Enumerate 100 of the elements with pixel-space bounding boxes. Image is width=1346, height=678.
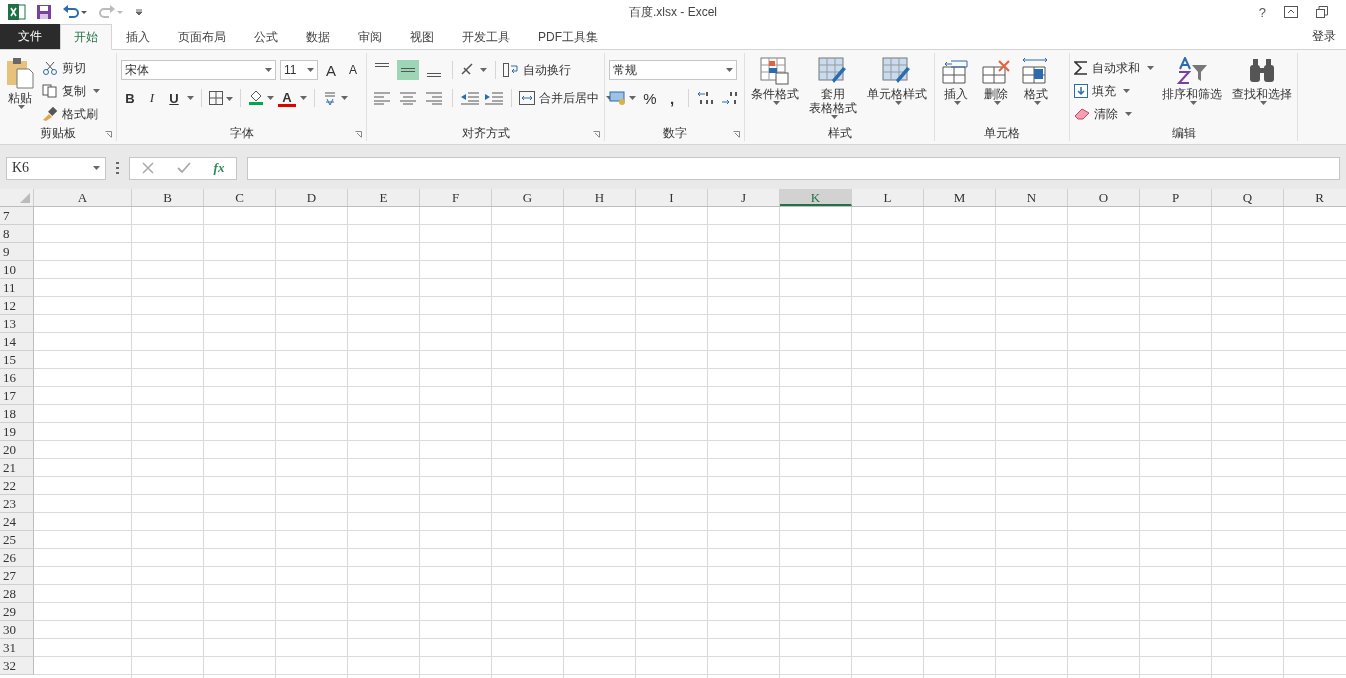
row-header[interactable]: 10 (0, 261, 34, 279)
dialog-launcher-icon[interactable] (355, 131, 362, 138)
column-header[interactable]: N (996, 189, 1068, 206)
row-header[interactable]: 16 (0, 369, 34, 387)
column-header[interactable]: Q (1212, 189, 1284, 206)
row-header[interactable]: 32 (0, 657, 34, 675)
ribbon-tab[interactable]: PDF工具集 (524, 24, 612, 50)
font-color-button[interactable]: A (278, 89, 296, 107)
row-header[interactable]: 26 (0, 549, 34, 567)
column-header[interactable]: G (492, 189, 564, 206)
ribbon-tab[interactable]: 页面布局 (164, 24, 240, 50)
bold-button[interactable]: B (121, 88, 139, 108)
ribbon-tab[interactable]: 开始 (60, 24, 112, 50)
wrap-text-button[interactable]: 自动换行 (503, 60, 571, 80)
vertical-align-button[interactable] (397, 60, 419, 80)
font-size-field[interactable]: 11 (280, 60, 318, 80)
row-header[interactable]: 21 (0, 459, 34, 477)
conditional-formatting-button[interactable]: 条件格式 (749, 55, 801, 109)
column-header[interactable]: H (564, 189, 636, 206)
help-button[interactable]: ? (1258, 4, 1266, 20)
row-header[interactable]: 14 (0, 333, 34, 351)
ribbon-tab[interactable]: 公式 (240, 24, 292, 50)
column-header[interactable]: P (1140, 189, 1212, 206)
row-header[interactable]: 9 (0, 243, 34, 261)
row-header[interactable]: 20 (0, 441, 34, 459)
column-header[interactable]: K (780, 189, 852, 206)
customize-toolbar-icon[interactable] (134, 7, 144, 17)
row-header[interactable]: 17 (0, 387, 34, 405)
copy-button[interactable]: 复制 (42, 81, 100, 101)
ribbon-tab[interactable]: 开发工具 (448, 24, 524, 50)
row-header[interactable]: 8 (0, 225, 34, 243)
column-header[interactable]: R (1284, 189, 1346, 206)
ribbon-tab[interactable]: 审阅 (344, 24, 396, 50)
restore-icon[interactable] (1316, 6, 1328, 18)
insert-cells-button[interactable]: 插入 (939, 55, 973, 109)
dialog-launcher-icon[interactable] (593, 131, 600, 138)
column-header[interactable]: O (1068, 189, 1140, 206)
row-header[interactable]: 29 (0, 603, 34, 621)
row-header[interactable]: 7 (0, 207, 34, 225)
dialog-launcher-icon[interactable] (733, 131, 740, 138)
column-header[interactable]: E (348, 189, 420, 206)
row-header[interactable]: 15 (0, 351, 34, 369)
paste-button[interactable]: 粘贴 (4, 55, 36, 113)
find-select-button[interactable]: 查找和选择 (1230, 55, 1294, 109)
decrease-indent-icon[interactable] (460, 91, 480, 105)
font-name-field[interactable]: 宋体 (121, 60, 276, 80)
row-header[interactable]: 12 (0, 297, 34, 315)
column-header[interactable]: D (276, 189, 348, 206)
sign-in-link[interactable]: 登录 (1302, 24, 1346, 49)
increase-font-size-button[interactable]: A (322, 60, 340, 80)
row-header[interactable]: 24 (0, 513, 34, 531)
percent-button[interactable]: % (641, 88, 659, 108)
dropdown-arrow-icon[interactable] (300, 96, 307, 100)
column-header[interactable]: F (420, 189, 492, 206)
sort-filter-button[interactable]: 排序和筛选 (1160, 55, 1224, 109)
row-header[interactable]: 27 (0, 567, 34, 585)
autosum-button[interactable]: 自动求和 (1074, 58, 1154, 78)
cut-button[interactable]: 剪切 (42, 58, 100, 78)
dialog-launcher-icon[interactable] (105, 131, 112, 138)
fill-button[interactable]: 填充 (1074, 81, 1154, 101)
italic-button[interactable]: I (143, 88, 161, 108)
clear-button[interactable]: 清除 (1074, 104, 1154, 124)
column-header[interactable]: A (34, 189, 132, 206)
comma-style-button[interactable]: , (663, 88, 681, 108)
ribbon-tab[interactable]: 数据 (292, 24, 344, 50)
row-header[interactable]: 31 (0, 639, 34, 657)
increase-decimal-icon[interactable] (696, 90, 716, 106)
delete-cells-button[interactable]: 删除 (979, 55, 1013, 109)
underline-button[interactable]: U (165, 88, 183, 108)
row-header[interactable]: 28 (0, 585, 34, 603)
format-cells-button[interactable]: 格式 (1019, 55, 1053, 109)
currency-format-icon[interactable] (609, 90, 637, 106)
insert-function-button[interactable]: fx (213, 160, 225, 176)
column-header[interactable]: M (924, 189, 996, 206)
name-box[interactable]: K6 (6, 156, 106, 180)
increase-indent-icon[interactable] (484, 91, 504, 105)
row-header[interactable]: 30 (0, 621, 34, 639)
row-header[interactable]: 18 (0, 405, 34, 423)
phonetic-guide-icon[interactable] (322, 90, 348, 106)
cell-grid[interactable] (34, 207, 1346, 678)
undo-icon[interactable] (62, 4, 88, 20)
ribbon-display-icon[interactable] (1284, 6, 1298, 18)
row-header[interactable]: 11 (0, 279, 34, 297)
row-header[interactable]: 23 (0, 495, 34, 513)
cell-styles-button[interactable]: 单元格样式 (865, 55, 929, 109)
row-header[interactable]: 25 (0, 531, 34, 549)
file-tab[interactable]: 文件 (0, 24, 60, 49)
column-header[interactable]: I (636, 189, 708, 206)
borders-icon[interactable] (209, 91, 233, 105)
format-as-table-button[interactable]: 套用 表格格式 (807, 55, 859, 123)
column-header[interactable]: L (852, 189, 924, 206)
fill-color-icon[interactable] (248, 90, 274, 106)
formula-input[interactable] (247, 156, 1340, 180)
format-painter-button[interactable]: 格式刷 (42, 104, 100, 124)
ribbon-tab[interactable]: 视图 (396, 24, 448, 50)
dropdown-arrow-icon[interactable] (187, 96, 194, 100)
row-header[interactable]: 13 (0, 315, 34, 333)
save-icon[interactable] (36, 4, 52, 20)
column-header[interactable]: C (204, 189, 276, 206)
row-header[interactable]: 19 (0, 423, 34, 441)
